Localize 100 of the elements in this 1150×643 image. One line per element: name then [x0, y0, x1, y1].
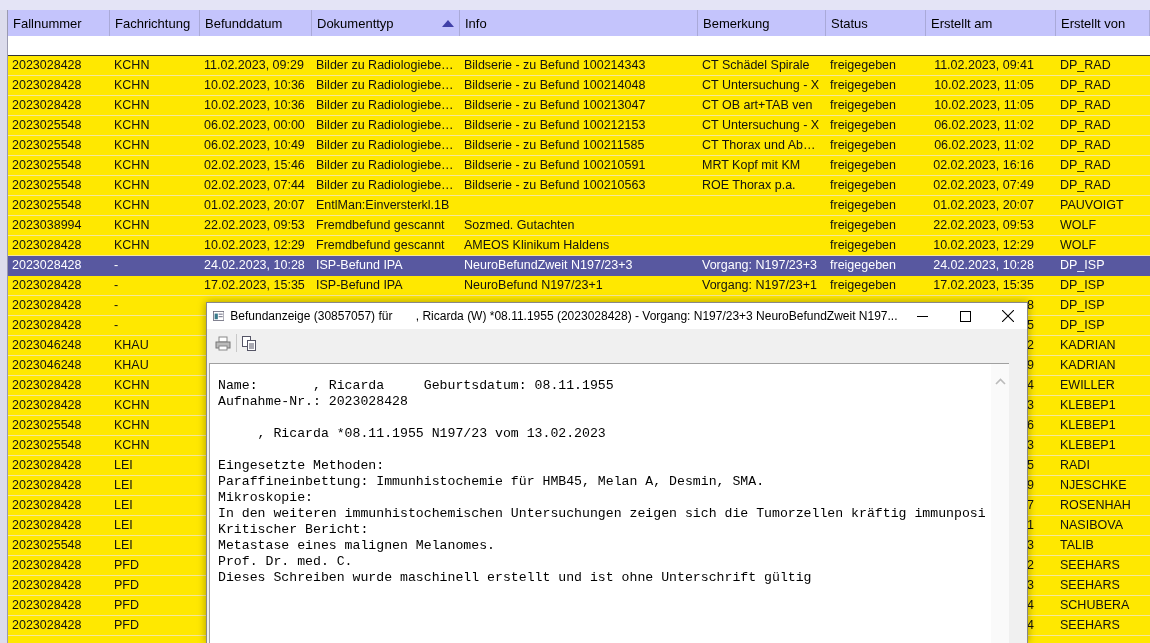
table-cell: KCHN	[114, 398, 150, 412]
minimize-icon	[916, 315, 928, 317]
table-cell: 3	[1027, 538, 1034, 552]
table-cell: 2023028428	[12, 98, 82, 112]
table-cell: Fremdbefund gescannt	[316, 238, 445, 252]
table-cell: Fremdbefund gescannt	[316, 218, 445, 232]
table-cell: Bildserie - zu Befund 100214048	[464, 78, 646, 92]
table-cell: 02.02.2023, 07:49	[933, 178, 1034, 192]
table-cell: WOLF	[1060, 218, 1097, 232]
table-cell: freigegeben	[830, 238, 897, 252]
table-cell: 6	[1027, 418, 1034, 432]
table-cell: CT Schädel Spirale	[702, 58, 810, 72]
table-cell: Sozmed. Gutachten	[464, 218, 575, 232]
table-cell: 06.02.2023, 10:49	[204, 138, 305, 152]
table-cell: 2023038994	[12, 218, 82, 232]
table-cell: 17.02.2023, 15:35	[933, 278, 1034, 292]
table-cell: Bildserie - zu Befund 100213047	[464, 98, 646, 112]
table-cell: KCHN	[114, 238, 150, 252]
table-cell: Bildserie - zu Befund 100211585	[464, 138, 645, 152]
table-cell: 24.02.2023, 10:28	[933, 258, 1034, 272]
table-cell: 22.02.2023, 09:53	[204, 218, 305, 232]
window-title: Befundanzeige (30857057) für , Ricarda (W) *08.11.1955 (2023028428) - Vorgang: N197/23+3 NeuroBefundZweit N197...	[230, 309, 898, 323]
table-cell: EWILLER	[1060, 378, 1115, 392]
table-cell: 4	[1027, 378, 1034, 392]
table-cell: 2023028428	[12, 58, 82, 72]
maximize-icon	[959, 310, 971, 322]
table-cell: 3	[1027, 578, 1034, 592]
table-cell: Bildserie - zu Befund 100214343	[464, 58, 646, 72]
table-cell: CT Untersuchung - X	[702, 118, 820, 132]
table-cell: PFD	[114, 558, 139, 572]
report-text-line: Prof. Dr. med. C.	[218, 554, 353, 570]
table-cell: 11.02.2023, 09:41	[934, 58, 1034, 72]
table-cell: EntlMan:Einversterkl.1B	[316, 198, 450, 212]
table-cell: -	[114, 278, 119, 292]
table-cell: 06.02.2023, 00:00	[204, 118, 305, 132]
table-cell: KCHN	[114, 378, 150, 392]
table-cell: 02.02.2023, 07:44	[204, 178, 305, 192]
report-text-line: Name: , Ricarda Geburtsdatum: 08.11.1955	[218, 378, 614, 394]
table-cell: DP_RAD	[1060, 118, 1111, 132]
table-cell: Bilder zu Radiologiebe…	[316, 178, 454, 192]
table-cell: PFD	[114, 598, 139, 612]
table-cell: 2023028428	[12, 498, 82, 512]
table-cell: freigegeben	[830, 78, 897, 92]
table-cell: 4	[1027, 598, 1034, 612]
copy-icon[interactable]	[242, 335, 256, 351]
table-cell: Bilder zu Radiologiebe…	[316, 78, 454, 92]
table-cell: 2023028428	[12, 598, 82, 612]
table-cell: 2023028428	[12, 278, 82, 292]
report-text-line: Mikroskopie:	[218, 490, 313, 506]
close-icon	[1002, 310, 1015, 322]
table-cell: 2	[1027, 558, 1034, 572]
table-cell: 2023028428	[12, 518, 82, 532]
table-cell: DP_RAD	[1060, 138, 1111, 152]
table-cell: 2023025548	[12, 178, 82, 192]
table-cell: SCHUBERA	[1060, 598, 1130, 612]
table-cell: KHAU	[114, 358, 149, 372]
report-text-line: Eingesetzte Methoden:	[218, 458, 385, 474]
table-cell: -	[114, 258, 119, 272]
table-cell: 10.02.2023, 10:36	[204, 98, 305, 112]
table-cell: 2023028428	[12, 298, 82, 312]
table-cell: KLEBEP1	[1060, 418, 1116, 432]
selected-table-row[interactable]: 2023028428 - 24.02.2023, 10:28 ISP-Befund IPA NeuroBefundZweit N197/23+3 Vorgang: N197/23+3 freigegeben 24.02.2023, 10:28 DP_ISP	[8, 256, 1150, 276]
table-cell: 2023028428	[12, 318, 82, 332]
table-cell: 1	[1027, 518, 1034, 532]
table-cell: ISP-Befund IPA	[316, 278, 403, 292]
table-cell: DP_RAD	[1060, 98, 1111, 112]
table-cell: 5	[1027, 458, 1034, 472]
table-cell: DP_ISP	[1060, 318, 1105, 332]
table-cell: -	[114, 298, 119, 312]
table-cell: 9	[1027, 478, 1034, 492]
table-cell: 8	[1027, 298, 1034, 312]
table-cell: DP_ISP	[1060, 258, 1105, 272]
table-cell: DP_RAD	[1060, 158, 1111, 172]
table-cell: LEI	[114, 518, 133, 532]
table-cell: AMEOS Klinikum Haldens	[464, 238, 610, 252]
table-cell: 10.02.2023, 11:05	[934, 78, 1034, 92]
table-cell: ISP-Befund IPA	[316, 258, 403, 272]
table-cell: 2023028428	[12, 78, 82, 92]
table-cell: 17.02.2023, 15:35	[204, 278, 305, 292]
table-cell: 2023025548	[12, 418, 82, 432]
table-cell: KHAU	[114, 338, 149, 352]
table-cell: Bildserie - zu Befund 100210563	[464, 178, 646, 192]
print-icon[interactable]	[215, 335, 231, 351]
table-cell: 01.02.2023, 20:07	[204, 198, 305, 212]
table-cell: 2	[1027, 338, 1034, 352]
table-cell: NeuroBefund N197/23+1	[464, 278, 603, 292]
report-text-line: Aufnahme-Nr.: 2023028428	[218, 394, 408, 410]
table-cell: 3	[1027, 398, 1034, 412]
table-cell: freigegeben	[830, 98, 897, 112]
table-cell: CT OB art+TAB ven	[702, 98, 813, 112]
table-cell: freigegeben	[830, 198, 897, 212]
table-cell: -	[114, 318, 119, 332]
report-text-line: Dieses Schreiben wurde maschinell erstellt und ist ohne Unterschrift gültig	[218, 570, 812, 586]
table-cell: freigegeben	[830, 178, 897, 192]
table-cell: KLEBEP1	[1060, 398, 1116, 412]
table-cell: Bilder zu Radiologiebe…	[316, 158, 454, 172]
table-cell: MRT Kopf mit KM	[702, 158, 801, 172]
table-cell: 10.02.2023, 12:29	[933, 238, 1034, 252]
table-cell: SEEHARS	[1060, 558, 1120, 572]
table-cell: DP_RAD	[1060, 178, 1111, 192]
